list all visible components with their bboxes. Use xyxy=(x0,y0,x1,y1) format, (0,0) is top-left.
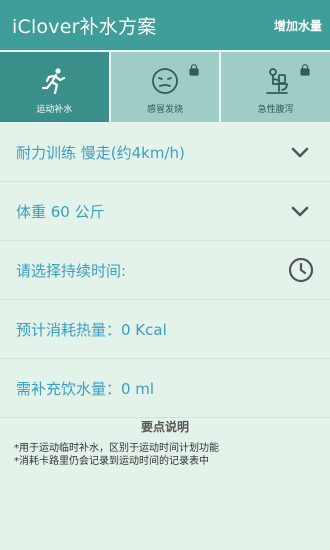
note-line: *用于运动临时补水，区别于运动时间计划功能 xyxy=(14,443,219,454)
tab-label: 急性腹泻 xyxy=(257,105,294,115)
exercise-type-value: 耐力训练 慢走(约4km/h) xyxy=(16,143,185,162)
weight-selector[interactable]: 体重 60 公斤 xyxy=(0,182,330,241)
lock-icon xyxy=(189,61,199,76)
clock-icon[interactable] xyxy=(288,257,314,283)
tab-acute-diarrhea[interactable]: 急性腹泻 xyxy=(221,52,330,122)
tab-label: 运动补水 xyxy=(36,105,73,115)
calories-row: 预计消耗热量：0 Kcal xyxy=(0,300,330,359)
exercise-type-selector[interactable]: 耐力训练 慢走(约4km/h) xyxy=(0,123,330,182)
toilet-person-icon xyxy=(259,64,293,98)
water-needed: 需补充饮水量：0 ml xyxy=(16,379,155,398)
duration-selector[interactable]: 请选择持续时间: xyxy=(0,241,330,300)
notes-title: 要点说明 xyxy=(140,420,189,434)
add-water-button[interactable]: 增加水量 xyxy=(274,17,322,34)
duration-prompt: 请选择持续时间: xyxy=(16,261,127,280)
category-tabs: 运动补水 感冒发烧 急性腹泻 xyxy=(0,50,330,123)
notes-section: 要点说明 *用于运动临时补水，区别于运动时间计划功能 *消耗卡路里仍会记录到运动… xyxy=(0,418,330,468)
tab-label: 感冒发烧 xyxy=(147,105,184,115)
app-title: iClover补水方案 xyxy=(12,15,157,38)
note-line: *消耗卡路里仍会记录到运动时间的记录表中 xyxy=(14,456,209,467)
running-person-icon xyxy=(37,64,71,98)
lock-icon xyxy=(300,61,310,76)
weight-value: 体重 60 公斤 xyxy=(16,202,105,221)
settings-list: 耐力训练 慢走(约4km/h) 体重 60 公斤 请选择持续时间: 预计消耗热量… xyxy=(0,123,330,418)
chevron-down-icon[interactable] xyxy=(290,204,310,218)
sick-face-icon xyxy=(148,64,182,98)
app-bar: iClover补水方案 增加水量 xyxy=(0,0,330,50)
chevron-down-icon[interactable] xyxy=(290,145,310,159)
tab-cold-fever[interactable]: 感冒发烧 xyxy=(110,52,220,122)
tab-exercise-hydration[interactable]: 运动补水 xyxy=(0,52,109,122)
water-row: 需补充饮水量：0 ml xyxy=(0,359,330,418)
calories-estimate: 预计消耗热量：0 Kcal xyxy=(16,320,167,339)
